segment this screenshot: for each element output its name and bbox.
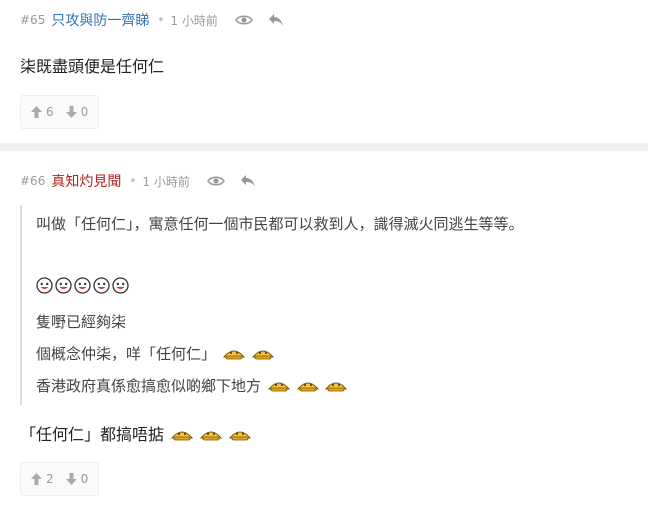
eye-icon[interactable] — [206, 171, 226, 191]
thumbs-down-icon — [65, 473, 77, 485]
reply-icon[interactable] — [238, 171, 258, 191]
downvote-count: 0 — [80, 105, 89, 119]
reply-icon[interactable] — [266, 10, 286, 30]
smiley-emoticon — [55, 277, 72, 294]
separator-dot: • — [157, 13, 165, 27]
post-meta: #66 真知灼見聞 • 1 小時前 — [20, 171, 270, 191]
quote-line-text: 個概念仲柒，咩「任何仁」 — [36, 345, 217, 363]
post-66: #66 真知灼見聞 • 1 小時前 叫做「任何仁」，寓意任何一個市民都可以救到人… — [0, 151, 648, 505]
upvote-count: 2 — [46, 472, 54, 486]
thumbs-up-icon — [31, 106, 42, 118]
clapping-emoticon — [222, 350, 245, 360]
post-65: #65 只攻與防一齊睇 • 1 小時前 柒既盡頭便是任何仁 6 0 — [0, 0, 648, 143]
smiley-emoticon — [112, 277, 129, 294]
post-content-text: 「任何仁」都搞唔掂 — [20, 425, 165, 444]
eye-icon[interactable] — [234, 10, 254, 30]
upvote-button[interactable]: 2 — [31, 472, 54, 486]
vote-bar: 6 0 — [20, 95, 100, 129]
upvote-button[interactable]: 6 — [31, 105, 54, 119]
clapping-emoticon — [251, 350, 274, 360]
clapping-emoticon — [200, 431, 223, 441]
quote-line: 香港政府真係愈搞愈似啲鄉下地方 — [36, 375, 348, 396]
downvote-button[interactable]: 0 — [65, 105, 89, 119]
separator-dot: • — [129, 174, 137, 188]
upvote-count: 6 — [46, 105, 54, 119]
clapping-emoticon — [229, 431, 252, 441]
clapping-emoticon — [296, 382, 319, 392]
clapping-emoticon — [325, 382, 348, 392]
post-content: 柒既盡頭便是任何仁 — [20, 57, 165, 76]
downvote-button[interactable]: 0 — [65, 472, 89, 486]
quote-line: 叫做「任何仁」，寓意任何一個市民都可以救到人，識得滅火同逃生等等。 — [36, 215, 524, 233]
quote-line: 隻嘢已經夠柒 — [36, 313, 127, 331]
thumbs-up-icon — [31, 473, 42, 485]
smiley-emoticon — [36, 277, 53, 294]
floor-number: #65 — [20, 13, 46, 27]
floor-number: #66 — [20, 174, 46, 188]
post-divider — [0, 143, 648, 151]
smiley-emoticon — [74, 277, 91, 294]
smiley-row — [36, 277, 129, 294]
clapping-emoticon — [267, 382, 290, 392]
vote-bar: 2 0 — [20, 462, 100, 496]
post-time: 1 小時前 — [142, 174, 190, 189]
quote-block: 叫做「任何仁」，寓意任何一個市民都可以救到人，識得滅火同逃生等等。 隻嘢已經夠柒… — [20, 205, 622, 405]
username-link[interactable]: 真知灼見聞 — [51, 171, 121, 191]
username-link[interactable]: 只攻與防一齊睇 — [51, 10, 149, 30]
smiley-emoticon — [93, 277, 110, 294]
thumbs-down-icon — [65, 106, 77, 118]
post-time: 1 小時前 — [170, 13, 218, 28]
post-meta: #65 只攻與防一齊睇 • 1 小時前 — [20, 10, 298, 30]
clapping-emoticon — [171, 431, 194, 441]
downvote-count: 0 — [80, 472, 89, 486]
quote-line-text: 香港政府真係愈搞愈似啲鄉下地方 — [36, 377, 262, 395]
post-content: 「任何仁」都搞唔掂 — [20, 421, 252, 445]
quote-line: 個概念仲柒，咩「任何仁」 — [36, 343, 274, 364]
